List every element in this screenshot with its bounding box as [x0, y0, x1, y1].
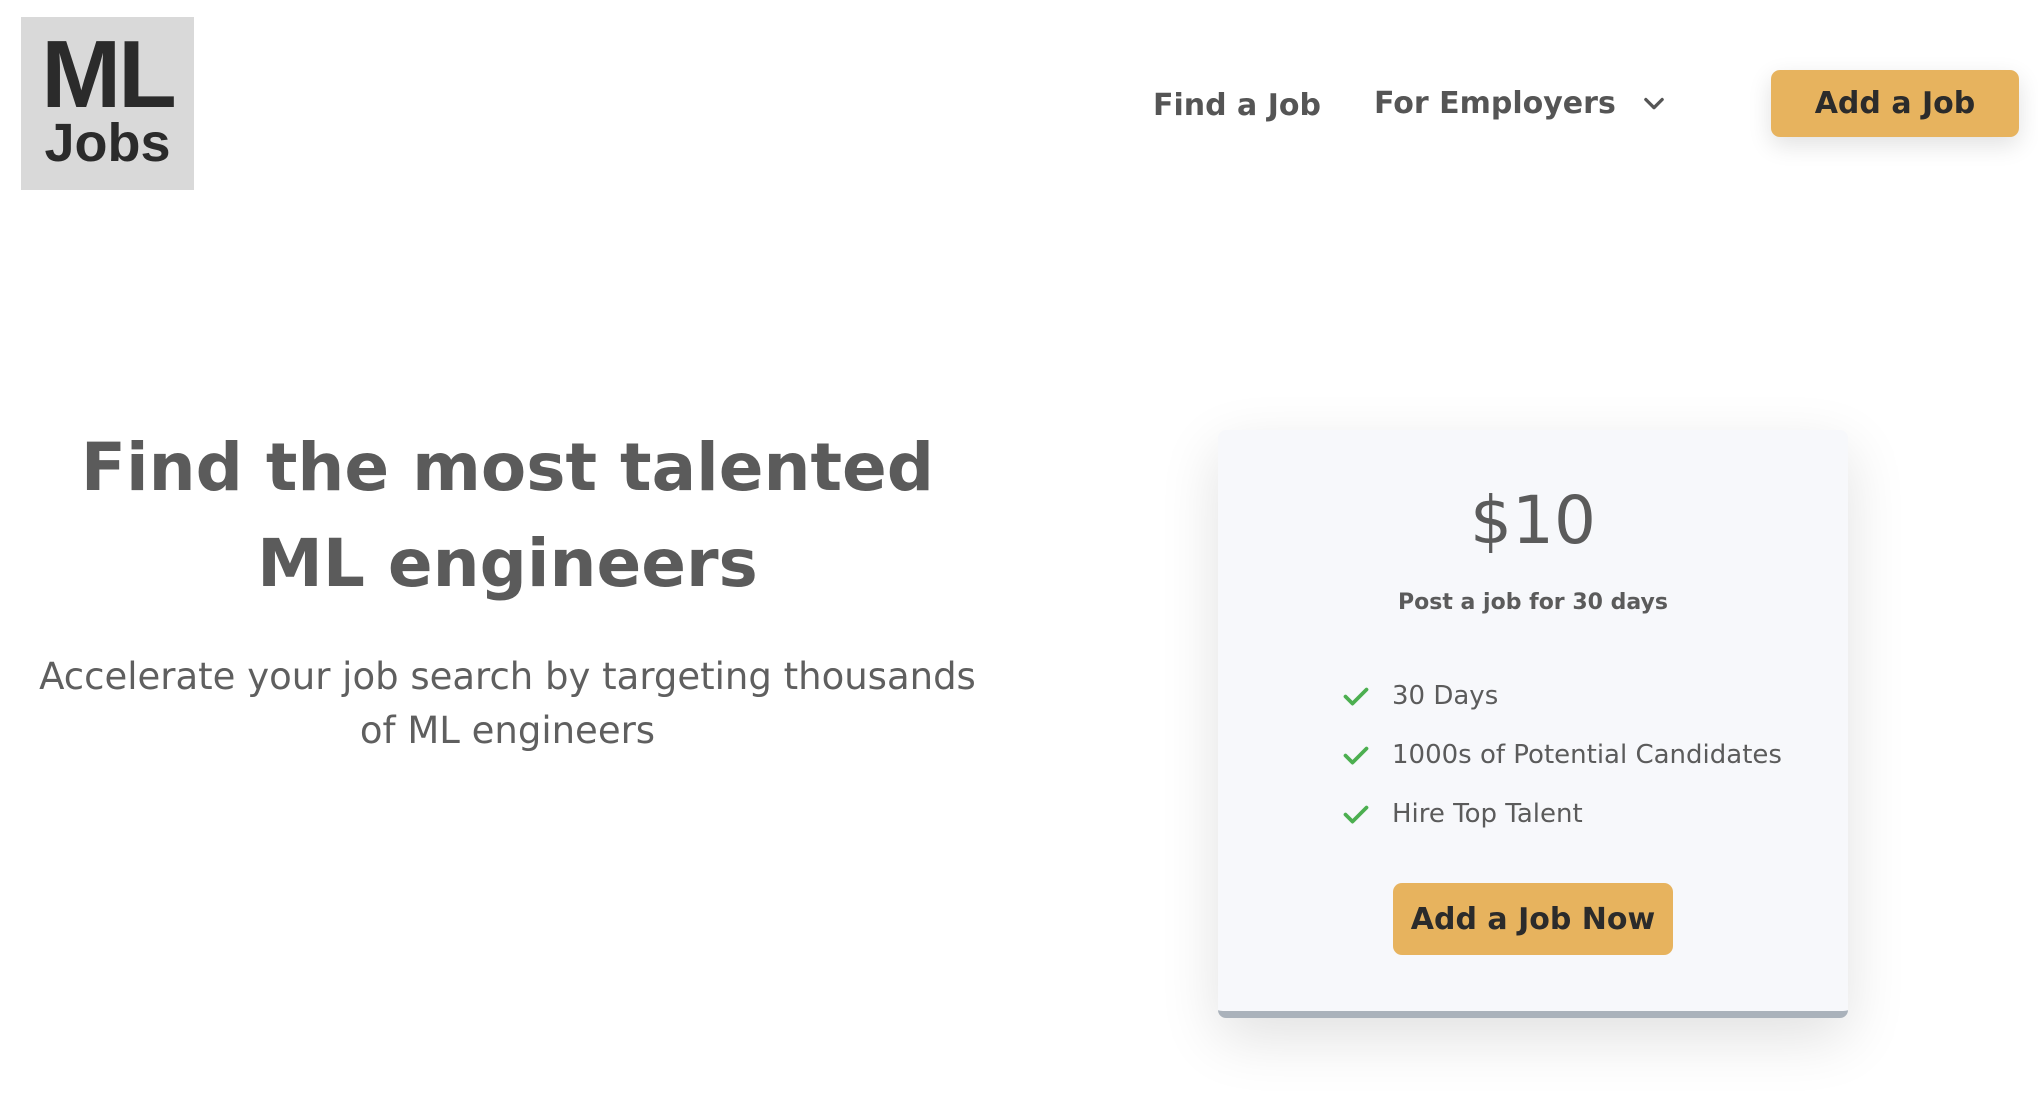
price-description: Post a job for 30 days — [1398, 590, 1668, 615]
feature-item: Hire Top Talent — [1342, 784, 1782, 843]
feature-item: 1000s of Potential Candidates — [1342, 725, 1782, 784]
add-job-now-button[interactable]: Add a Job Now — [1393, 883, 1673, 955]
check-icon — [1343, 746, 1369, 764]
chevron-down-icon — [1644, 97, 1664, 110]
check-icon — [1343, 687, 1369, 705]
page: ML Jobs Find a Job For Employers Add a J… — [0, 0, 2038, 1098]
logo-text-jobs: Jobs — [44, 112, 171, 173]
price: $10 — [1470, 482, 1596, 559]
logo-text-ml: ML — [41, 20, 177, 128]
logo[interactable]: ML Jobs — [21, 17, 194, 190]
feature-label: Hire Top Talent — [1392, 798, 1583, 829]
feature-label: 30 Days — [1392, 680, 1499, 711]
feature-item: 30 Days — [1342, 666, 1782, 725]
check-icon — [1343, 805, 1369, 823]
pricing-card: $10 Post a job for 30 days 30 Days 1000s… — [1218, 430, 1848, 1018]
nav-for-employers-label: For Employers — [1374, 85, 1616, 121]
nav-for-employers-dropdown[interactable]: For Employers — [1374, 78, 1668, 128]
feature-label: 1000s of Potential Candidates — [1392, 739, 1782, 770]
hero-subtitle: Accelerate your job search by targeting … — [39, 655, 976, 752]
nav-find-a-job[interactable]: Find a Job — [1153, 80, 1321, 130]
hero-title: Find the most talented ML engineers — [80, 429, 935, 602]
feature-list: 30 Days 1000s of Potential Candidates Hi… — [1342, 666, 1782, 843]
add-job-button[interactable]: Add a Job — [1771, 70, 2019, 137]
